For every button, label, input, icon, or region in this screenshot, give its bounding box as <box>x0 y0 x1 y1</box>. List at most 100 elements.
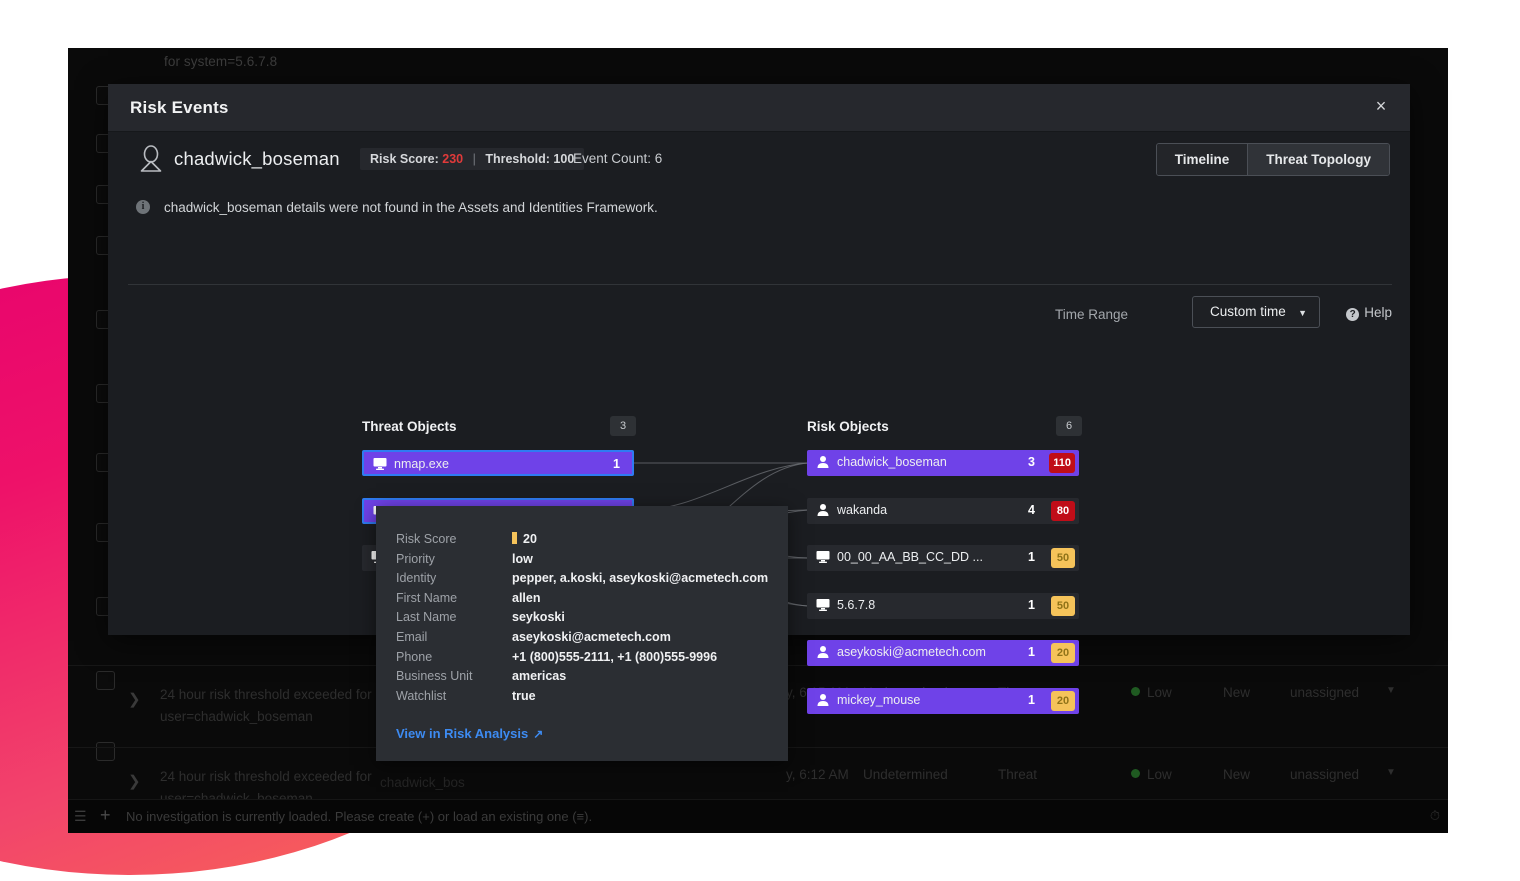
page-title: Risk Events <box>130 98 229 118</box>
risk-node-wakanda[interactable]: wakanda 4 80 <box>807 498 1079 524</box>
help-label: Help <box>1364 305 1392 320</box>
field-key: Risk Score <box>396 532 512 546</box>
event-owner: unassigned <box>1290 685 1359 700</box>
event-status: New <box>1223 685 1250 700</box>
badge-separator: | <box>473 152 476 166</box>
background-mid-label: chadwick_bos <box>380 775 465 790</box>
node-risk-score: 20 <box>1051 643 1075 663</box>
field-key: Last Name <box>396 610 512 624</box>
node-count: 3 <box>1028 455 1035 469</box>
node-label: aseykoski@acmetech.com <box>837 645 986 659</box>
user-icon <box>816 645 830 659</box>
chevron-right-icon[interactable]: ❯ <box>128 690 141 708</box>
risk-score-badge: Risk Score: 230 | Threshold: 100 <box>360 148 584 170</box>
risk-node-mac-address[interactable]: 00_00_AA_BB_CC_DD ... 1 50 <box>807 545 1079 571</box>
column-title-threat-objects: Threat Objects <box>362 419 457 434</box>
node-risk-score: 50 <box>1051 548 1075 568</box>
status-bar: ☰ + No investigation is currently loaded… <box>68 799 1448 833</box>
risk-node-ip-address[interactable]: 5.6.7.8 1 50 <box>807 593 1079 619</box>
node-label: wakanda <box>837 503 887 517</box>
risk-node-mickey-mouse[interactable]: mickey_mouse 1 20 <box>807 688 1079 714</box>
device-icon <box>816 550 830 564</box>
link-label: View in Risk Analysis <box>396 726 528 741</box>
node-risk-score: 110 <box>1049 453 1075 473</box>
chevron-down-icon[interactable]: ▼ <box>1386 767 1396 778</box>
event-urgency: Low <box>1131 767 1172 782</box>
event-type: Threat <box>998 767 1037 782</box>
node-risk-score: 20 <box>1051 691 1075 711</box>
threshold-label: Threshold: <box>485 152 550 166</box>
add-investigation-icon[interactable]: + <box>100 805 111 826</box>
column-count-threat-objects: 3 <box>610 416 636 436</box>
tab-timeline[interactable]: Timeline <box>1157 144 1248 175</box>
field-value: pepper, a.koski, aseykoski@acmetech.com <box>512 571 768 585</box>
field-key: Email <box>396 630 512 644</box>
event-status: New <box>1223 767 1250 782</box>
field-key: Identity <box>396 571 512 585</box>
tooltip-field: Last Nameseykoski <box>396 610 768 630</box>
field-key: First Name <box>396 591 512 605</box>
view-in-risk-analysis-link[interactable]: View in Risk Analysis↗ <box>396 726 543 741</box>
field-value: 20 <box>512 532 537 546</box>
event-owner: unassigned <box>1290 767 1359 782</box>
tab-threat-topology[interactable]: Threat Topology <box>1247 144 1389 175</box>
device-icon <box>816 598 830 612</box>
field-value: aseykoski@acmetech.com <box>512 630 671 644</box>
threshold-value: 100 <box>553 152 574 166</box>
field-key: Phone <box>396 650 512 664</box>
field-value: true <box>512 689 536 703</box>
risk-score-value: 230 <box>442 152 463 166</box>
column-count-risk-objects: 6 <box>1056 416 1082 436</box>
tooltip-field: Emailaseykoski@acmetech.com <box>396 630 768 650</box>
node-label: mickey_mouse <box>837 693 920 707</box>
tooltip-field: Watchlisttrue <box>396 689 768 709</box>
event-description: 24 hour risk threshold exceeded for user… <box>160 684 390 728</box>
user-icon <box>816 693 830 707</box>
tooltip-field: Identitypepper, a.koski, aseykoski@acmet… <box>396 571 768 591</box>
event-urgency: Low <box>1131 685 1172 700</box>
status-bar-clock-icon[interactable]: ⏱ <box>1430 808 1440 824</box>
chevron-down-icon[interactable]: ▼ <box>1386 685 1396 696</box>
column-title-risk-objects: Risk Objects <box>807 419 889 434</box>
node-count: 1 <box>613 457 620 471</box>
tooltip-field: Prioritylow <box>396 552 768 572</box>
field-key: Watchlist <box>396 689 512 703</box>
risk-level-swatch-icon <box>512 532 517 544</box>
time-range-value: Custom time <box>1210 304 1286 319</box>
field-key: Business Unit <box>396 669 512 683</box>
view-tab-group: Timeline Threat Topology <box>1156 143 1390 176</box>
node-risk-score: 80 <box>1051 501 1075 521</box>
urgency-dot-icon <box>1131 687 1140 696</box>
modal-header: Risk Events × <box>108 84 1410 132</box>
help-icon: ? <box>1346 308 1359 321</box>
field-value: +1 (800)555-2111, +1 (800)555-9996 <box>512 650 717 664</box>
field-value: americas <box>512 669 566 683</box>
tooltip-field: First Nameallen <box>396 591 768 611</box>
chevron-right-icon[interactable]: ❯ <box>128 772 141 790</box>
risk-node-aseykoski-email[interactable]: aseykoski@acmetech.com 1 20 <box>807 640 1079 666</box>
risk-node-chadwick-boseman[interactable]: chadwick_boseman 3 110 <box>807 450 1079 476</box>
section-divider <box>128 284 1392 285</box>
identity-name: chadwick_boseman <box>174 148 340 170</box>
node-label: 00_00_AA_BB_CC_DD ... <box>837 550 983 564</box>
device-icon <box>373 457 387 471</box>
tooltip-field: Business Unitamericas <box>396 669 768 689</box>
tooltip-field-list: Risk Score20 Prioritylow Identitypepper,… <box>396 532 768 708</box>
user-icon <box>816 455 830 469</box>
hamburger-menu-icon[interactable]: ☰ <box>74 808 87 825</box>
event-count-label: Event Count: 6 <box>573 151 662 166</box>
event-disposition: Undetermined <box>863 767 948 782</box>
node-label: 5.6.7.8 <box>837 598 875 612</box>
risk-score-label: Risk Score: <box>370 152 439 166</box>
tooltip-field: Phone+1 (800)555-2111, +1 (800)555-9996 <box>396 650 768 670</box>
field-value: allen <box>512 591 541 605</box>
identity-summary-row: chadwick_boseman Risk Score: 230 | Thres… <box>108 132 1410 188</box>
time-range-select[interactable]: Custom time ▼ <box>1192 296 1320 328</box>
urgency-dot-icon <box>1131 769 1140 778</box>
threat-node-nmap[interactable]: nmap.exe 1 <box>362 450 634 476</box>
help-link[interactable]: ? Help <box>1346 305 1392 321</box>
node-label: chadwick_boseman <box>837 455 947 469</box>
close-icon[interactable]: × <box>1370 96 1392 118</box>
node-label: nmap.exe <box>394 457 449 471</box>
info-icon: i <box>136 200 150 214</box>
